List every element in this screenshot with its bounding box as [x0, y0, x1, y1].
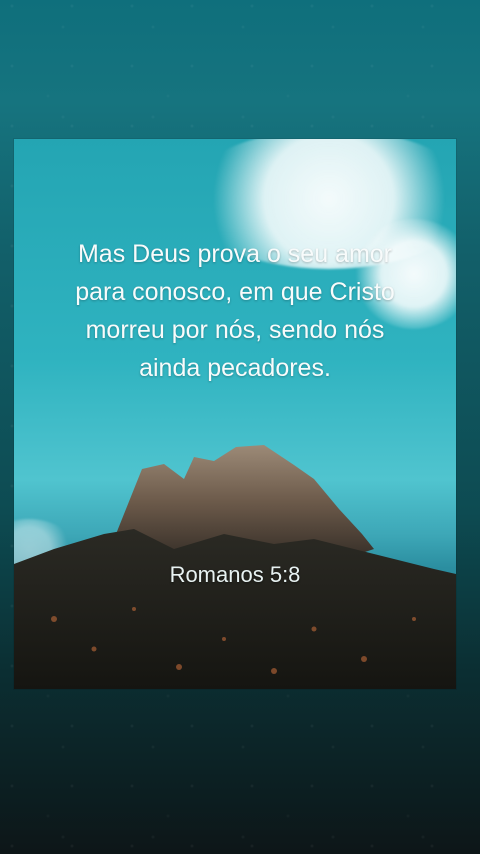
verse-image-card: Mas Deus prova o seu amor para conosco, …	[14, 139, 456, 689]
verse-reference: Romanos 5:8	[169, 562, 301, 587]
verse-text: Mas Deus prova o seu amor para conosco, …	[75, 240, 395, 382]
